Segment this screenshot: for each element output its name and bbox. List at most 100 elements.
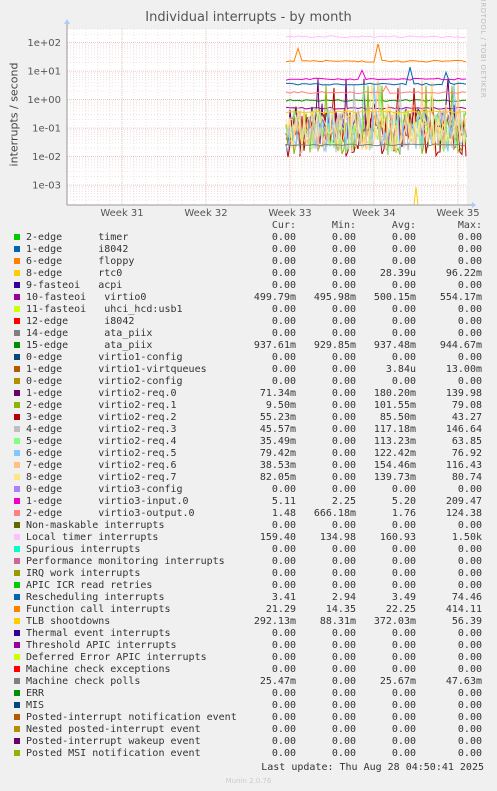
legend-label: 1-edge virtio2-req.0 <box>26 388 177 399</box>
legend-cur-value: 0.00 <box>271 712 296 723</box>
legend-avg-value: 25.67m <box>379 676 416 687</box>
legend-label: Spurious interrupts <box>26 544 141 555</box>
legend-max-value: 79.08 <box>451 400 482 411</box>
legend-min-value: 0.00 <box>331 700 356 711</box>
legend-label: 6-edge floppy <box>26 256 135 267</box>
legend-max-value: 0.00 <box>457 700 482 711</box>
legend-row: Machine check exceptions 0.00 0.00 0.00 0.00 <box>0 664 497 676</box>
legend-swatch <box>14 666 20 672</box>
legend-row: Performance monitoring interrupts 0.00 0.0… <box>0 556 497 568</box>
legend-row: 0-edge virtio3-config 0.00 0.00 0.00 0.00 <box>0 484 497 496</box>
munin-version: Munin 2.0.76 <box>225 777 272 785</box>
legend-avg-value: 160.93 <box>379 532 416 543</box>
legend-min-value: 2.94 <box>331 592 356 603</box>
legend-max-value: 76.92 <box>451 448 482 459</box>
legend-label: 2-edge timer <box>26 232 129 243</box>
legend-swatch <box>14 438 20 444</box>
legend-label: 1-edge virtio3-input.0 <box>26 496 189 507</box>
legend-row: TLB shootdowns 292.13m 88.31m 372.03m 56.39 <box>0 616 497 628</box>
legend-min-value: 88.31m <box>319 616 356 627</box>
legend-swatch <box>14 246 20 252</box>
y-tick-label: 1e+01 <box>27 67 61 78</box>
legend-cur-value: 21.29 <box>265 604 296 615</box>
legend-max-value: 139.98 <box>445 388 482 399</box>
legend-min-value: 0.00 <box>331 412 356 423</box>
legend-row: Non-maskable interrupts 0.00 0.00 0.00 0.00 <box>0 520 497 532</box>
legend-max-value: 0.00 <box>457 568 482 579</box>
legend-label: 4-edge virtio2-req.3 <box>26 424 177 435</box>
legend-swatch <box>14 510 20 516</box>
legend-swatch <box>14 582 20 588</box>
legend-min-value: 0.00 <box>331 388 356 399</box>
legend-max-value: 0.00 <box>457 544 482 555</box>
legend-min-value: 0.00 <box>331 556 356 567</box>
legend-min-value: 0.00 <box>331 472 356 483</box>
legend-cur-value: 0.00 <box>271 256 296 267</box>
legend-min-value: 14.35 <box>325 604 356 615</box>
legend-label: 7-edge virtio2-req.6 <box>26 460 177 471</box>
legend-row: 2-edge virtio3-output.0 1.48 666.18m 1.76 12… <box>0 508 497 520</box>
legend-swatch <box>14 726 20 732</box>
x-tick-label: Week 35 <box>436 208 479 219</box>
legend-cur-value: 25.47m <box>259 676 296 687</box>
legend-cur-value: 0.00 <box>271 376 296 387</box>
y-axis-arrow-icon <box>64 19 70 24</box>
legend-min-value: 0.00 <box>331 232 356 243</box>
legend-cur-value: 0.00 <box>271 652 296 663</box>
legend-swatch <box>14 594 20 600</box>
legend-avg-value: 0.00 <box>391 712 416 723</box>
legend-min-value: 0.00 <box>331 280 356 291</box>
legend-label: 11-fasteoi uhci_hcd:usb1 <box>26 304 183 315</box>
y-tick-label: 1e+00 <box>27 95 61 106</box>
legend-label: 3-edge virtio2-req.2 <box>26 412 177 423</box>
legend-avg-value: 0.00 <box>391 640 416 651</box>
legend-swatch <box>14 354 20 360</box>
legend-label: Local timer interrupts <box>26 532 159 543</box>
legend-avg-value: 372.03m <box>373 616 416 627</box>
legend-min-value: 495.98m <box>313 292 356 303</box>
x-tick-labels: Week 31 Week 32 Week 33 Week 34 Week 35 <box>100 208 479 219</box>
legend-swatch <box>14 654 20 660</box>
legend-label: 0-edge virtio1-config <box>26 352 183 363</box>
legend-label: 2-edge virtio3-output.0 <box>26 508 195 519</box>
legend-label: 14-edge ata_piix <box>26 328 153 339</box>
legend-min-value: 0.00 <box>331 316 356 327</box>
legend-min-value: 0.00 <box>331 688 356 699</box>
legend-avg-value: 0.00 <box>391 520 416 531</box>
col-min: Min: <box>331 220 356 231</box>
legend-min-value: 0.00 <box>331 736 356 747</box>
legend-avg-value: 122.42m <box>373 448 416 459</box>
legend-avg-value: 0.00 <box>391 652 416 663</box>
legend-swatch <box>14 426 20 432</box>
legend-row: Posted-interrupt wakeup event 0.00 0.00 0.0… <box>0 736 497 748</box>
legend-max-value: 63.85 <box>451 436 482 447</box>
legend-max-value: 944.67m <box>439 340 482 351</box>
legend-max-value: 0.00 <box>457 316 482 327</box>
legend-table: Cur: Min: Avg: Max: 2-edge timer 0.00 0.00… <box>0 220 497 760</box>
legend-swatch <box>14 414 20 420</box>
legend-min-value: 0.00 <box>331 328 356 339</box>
legend-row: 15-edge ata_piix 937.61m 929.85m 937.48m 944… <box>0 340 497 352</box>
legend-min-value: 0.00 <box>331 520 356 531</box>
legend-min-value: 0.00 <box>331 352 356 363</box>
legend-max-value: 0.00 <box>457 304 482 315</box>
legend-avg-value: 0.00 <box>391 544 416 555</box>
legend-row: 14-edge ata_piix 0.00 0.00 0.00 0.00 <box>0 328 497 340</box>
legend-swatch <box>14 474 20 480</box>
legend-label: 10-fasteoi virtio0 <box>26 292 147 303</box>
legend-row: 1-edge i8042 0.00 0.00 0.00 0.00 <box>0 244 497 256</box>
legend-avg-value: 0.00 <box>391 736 416 747</box>
legend-avg-value: 0.00 <box>391 700 416 711</box>
x-tick-label: Week 31 <box>100 208 143 219</box>
legend-label: Rescheduling interrupts <box>26 592 165 603</box>
legend-label: MIS <box>26 700 45 711</box>
legend-avg-value: 0.00 <box>391 244 416 255</box>
legend-max-value: 414.11 <box>445 604 482 615</box>
legend-row: 4-edge virtio2-req.3 45.57m 0.00 117.18m 146… <box>0 424 497 436</box>
col-cur: Cur: <box>271 220 296 231</box>
legend-cur-value: 71.34m <box>259 388 296 399</box>
legend-avg-value: 0.00 <box>391 664 416 675</box>
legend-avg-value: 0.00 <box>391 556 416 567</box>
legend-min-value: 0.00 <box>331 436 356 447</box>
legend-cur-value: 0.00 <box>271 724 296 735</box>
